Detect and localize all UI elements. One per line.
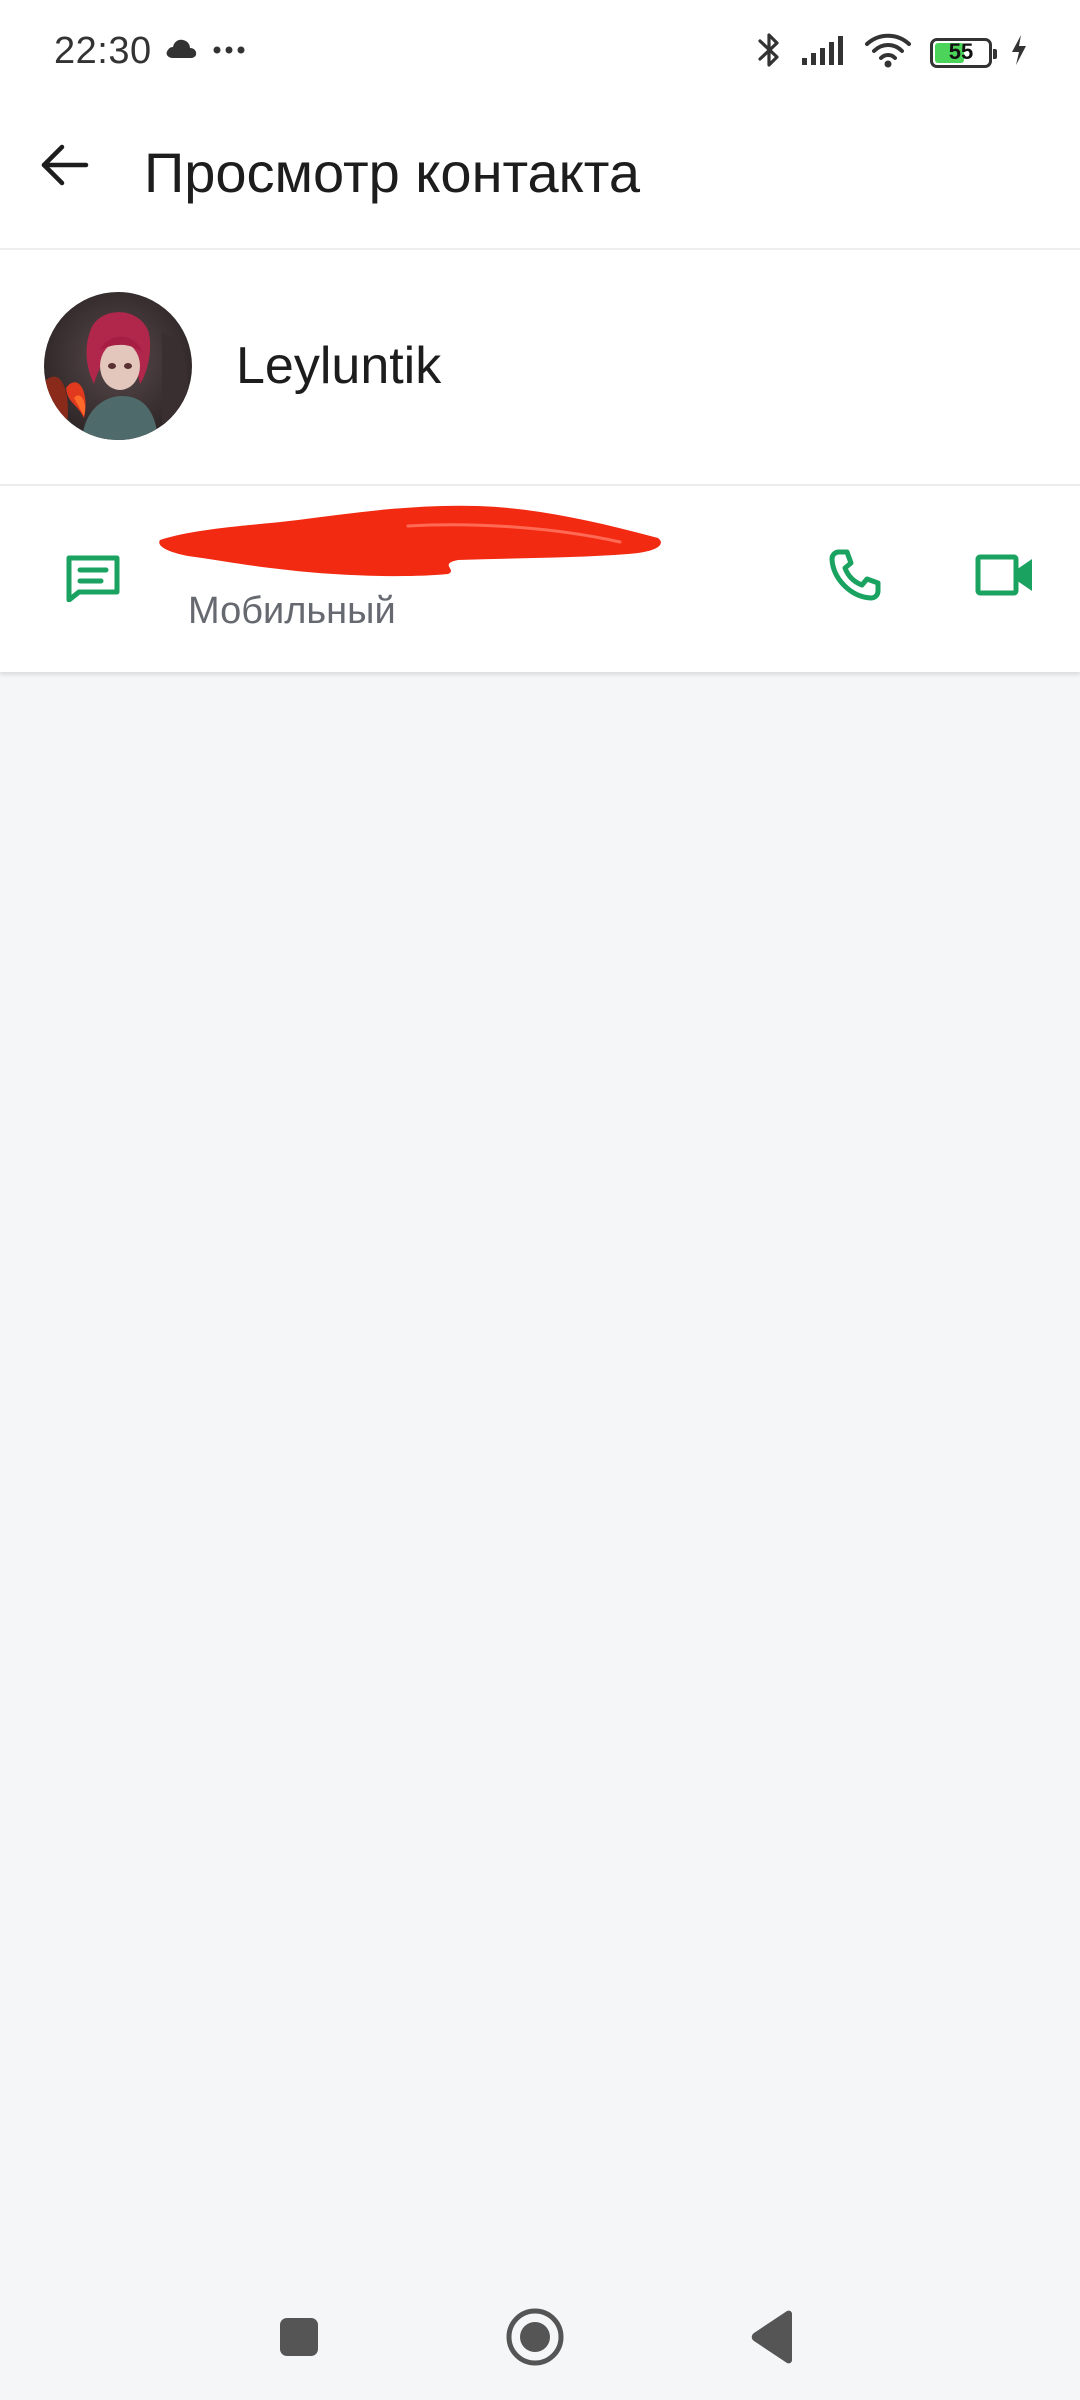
- phone-entry-row[interactable]: Мобильный: [0, 486, 1080, 672]
- avatar[interactable]: [44, 292, 192, 440]
- phone-type-label: Мобильный: [188, 590, 396, 632]
- message-icon: [63, 552, 123, 607]
- phone-call-icon: [827, 547, 883, 608]
- status-bar: 22:30 55: [0, 0, 1080, 110]
- home-icon: [504, 2308, 566, 2372]
- navigation-bar: [0, 2250, 1080, 2400]
- redaction-scribble: [158, 498, 668, 586]
- app-bar: Просмотр контакта: [0, 110, 1080, 250]
- battery-percent: 55: [948, 38, 974, 64]
- arrow-left-icon: [40, 143, 90, 192]
- wifi-icon: [864, 32, 912, 73]
- status-right-icons: 55: [756, 30, 1028, 75]
- contact-name: Leyluntik: [236, 337, 442, 395]
- bluetooth-icon: [756, 30, 782, 75]
- back-button[interactable]: [30, 132, 100, 202]
- nav-back-button[interactable]: [746, 2308, 798, 2366]
- more-dots-icon: [212, 42, 246, 60]
- status-left-icons: [164, 36, 246, 65]
- status-time: 22:30: [54, 30, 152, 72]
- battery-icon: 55: [930, 37, 997, 68]
- signal-icon: [800, 33, 846, 72]
- video-call-button[interactable]: [960, 532, 1050, 622]
- call-button[interactable]: [810, 532, 900, 622]
- contact-view-screen: 22:30 55 Просмотр контакта Leyluntik Моб…: [0, 0, 1080, 2400]
- back-triangle-icon: [746, 2310, 798, 2370]
- recent-apps-button[interactable]: [276, 2314, 322, 2360]
- recent-apps-icon: [276, 2318, 322, 2364]
- cloud-icon: [164, 36, 198, 65]
- page-title: Просмотр контакта: [144, 141, 640, 204]
- charging-bolt-icon: [1010, 34, 1028, 71]
- video-call-icon: [975, 553, 1035, 602]
- contact-header: Leyluntik: [0, 250, 1080, 486]
- message-button[interactable]: [50, 536, 136, 622]
- home-button[interactable]: [504, 2306, 566, 2368]
